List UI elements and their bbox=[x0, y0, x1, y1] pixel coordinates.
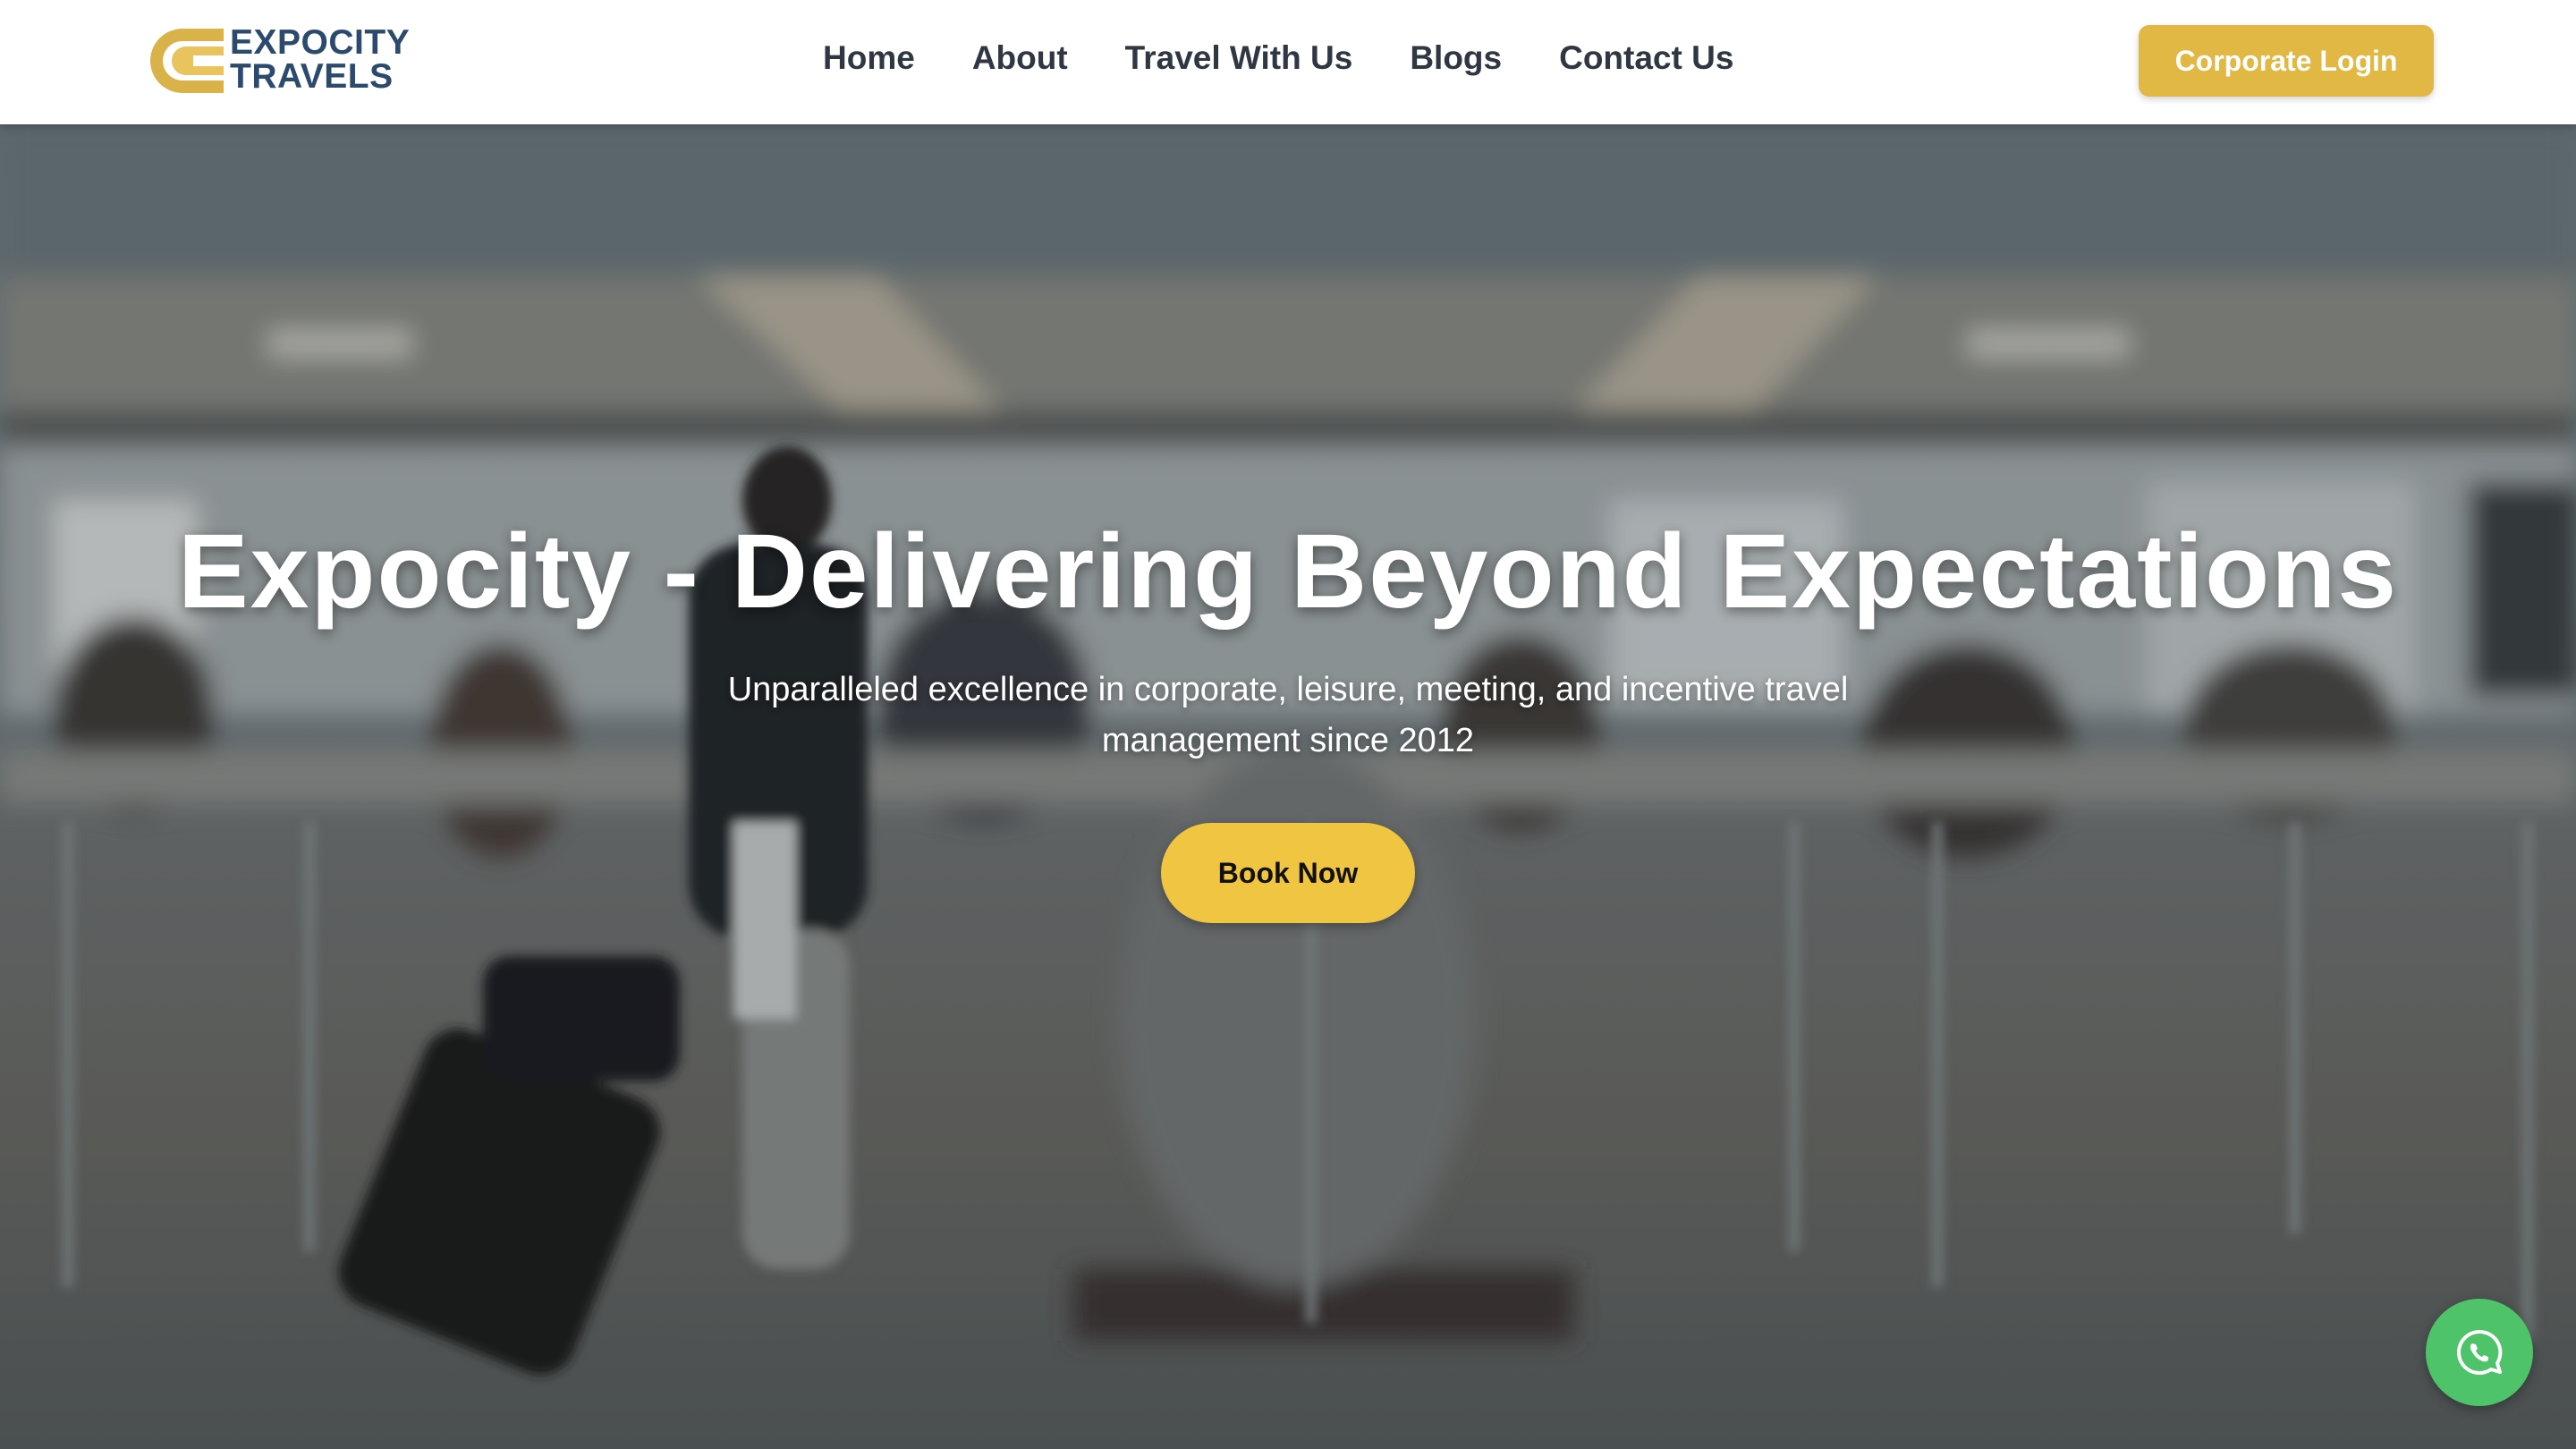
corporate-login-button[interactable]: Corporate Login bbox=[2139, 25, 2434, 97]
nav-contact-us[interactable]: Contact Us bbox=[1559, 36, 1733, 80]
hero-background-image bbox=[0, 124, 2576, 1449]
whatsapp-chat-button[interactable] bbox=[2426, 1299, 2533, 1406]
hero-subtitle: Unparalleled excellence in corporate, le… bbox=[727, 671, 1849, 759]
nav-about[interactable]: About bbox=[972, 36, 1068, 80]
site-header: EXPOCITY TRAVELS Home About Travel With … bbox=[0, 0, 2576, 124]
brand-name-line2: TRAVELS bbox=[230, 57, 394, 96]
logo-mark-icon bbox=[150, 29, 224, 93]
brand-logo[interactable]: EXPOCITY TRAVELS bbox=[141, 25, 436, 97]
book-now-button[interactable]: Book Now bbox=[1161, 823, 1415, 923]
nav-home[interactable]: Home bbox=[823, 36, 915, 80]
hero-section: Expocity - Delivering Beyond Expectation… bbox=[0, 124, 2576, 1449]
nav-travel-with-us[interactable]: Travel With Us bbox=[1125, 36, 1353, 80]
whatsapp-icon bbox=[2457, 1329, 2503, 1376]
brand-name-line1: EXPOCITY bbox=[230, 23, 411, 62]
hero-title: Expocity - Delivering Beyond Expectation… bbox=[178, 513, 2398, 631]
nav-blogs[interactable]: Blogs bbox=[1410, 36, 1502, 80]
brand-wordmark: EXPOCITY TRAVELS bbox=[230, 23, 411, 96]
main-nav: Home About Travel With Us Blogs Contact … bbox=[823, 36, 1733, 80]
